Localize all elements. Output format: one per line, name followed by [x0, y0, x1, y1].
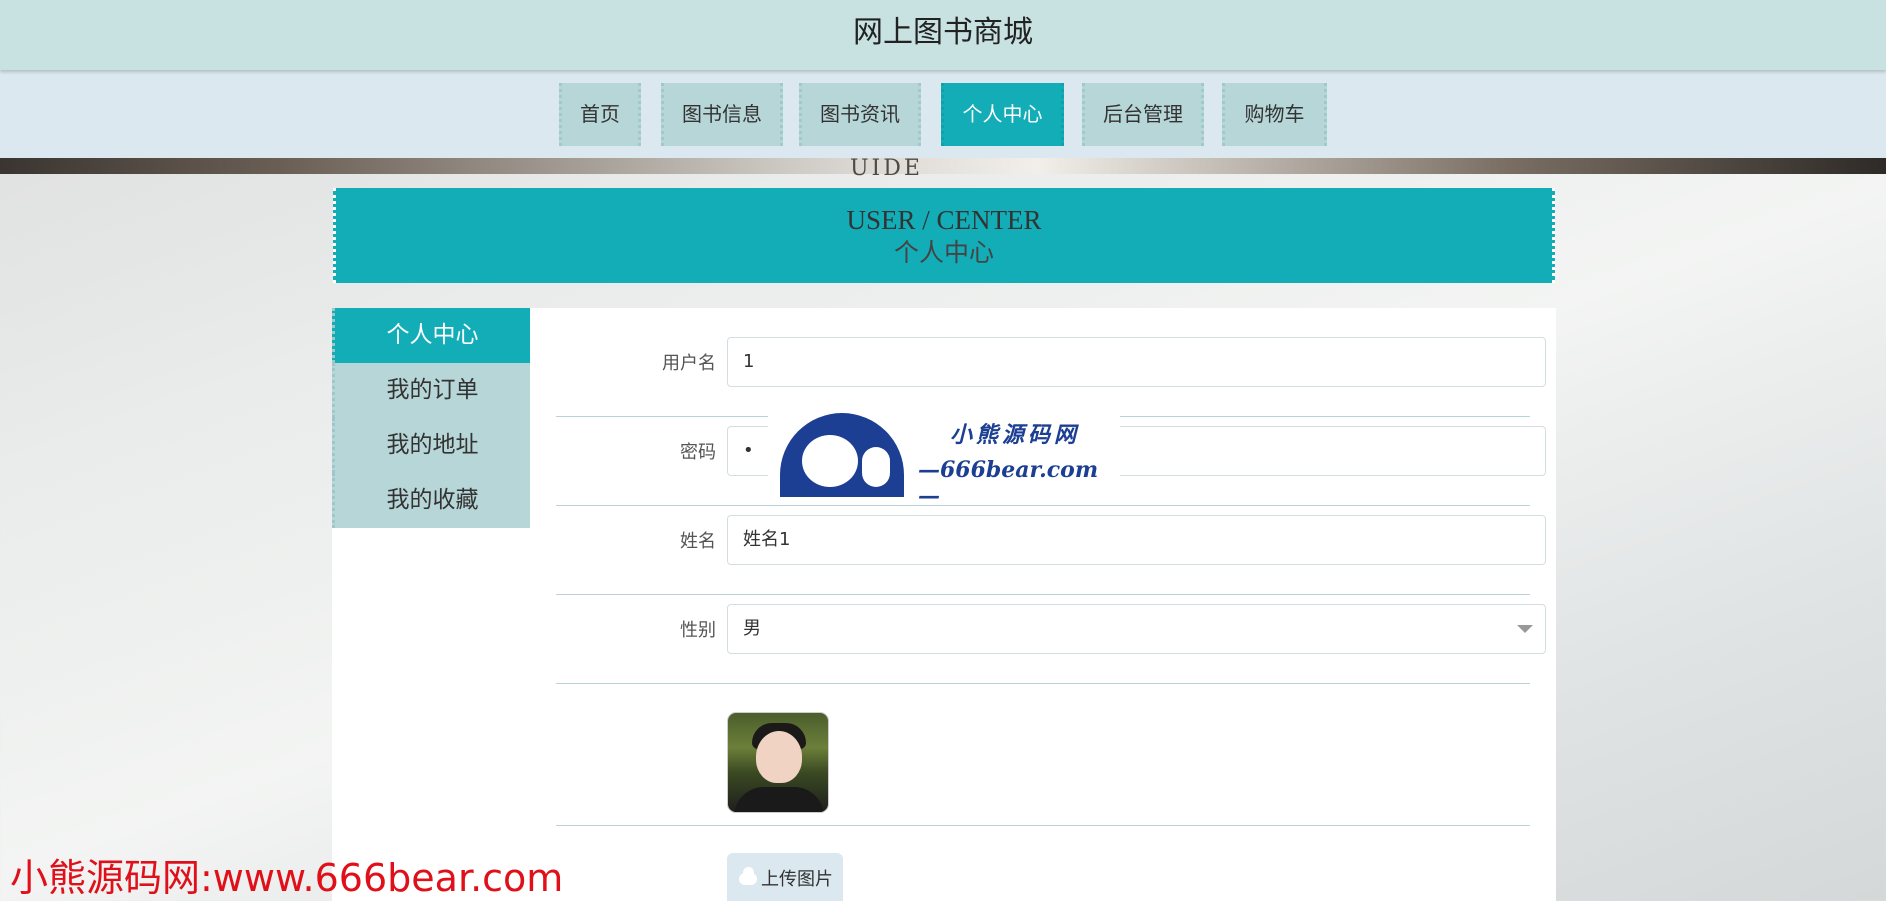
nav-book-info[interactable]: 图书信息	[661, 83, 783, 146]
form-row-name: 姓名 姓名1	[556, 506, 1546, 595]
sidebar-item-favorites[interactable]: 我的收藏	[332, 473, 530, 528]
watermark-logo-url: —666bear.com—	[918, 457, 1099, 509]
bear-icon	[780, 413, 904, 497]
chevron-down-icon	[1517, 625, 1533, 633]
watermark-logo-title: 小熊源码网	[950, 423, 1081, 448]
nav-home[interactable]: 首页	[559, 83, 641, 146]
watermark-text: 小熊源码网:www.666bear.com	[10, 856, 564, 900]
nav-cart[interactable]: 购物车	[1222, 83, 1327, 146]
name-label: 姓名	[680, 531, 716, 552]
main-nav: 首页 图书信息 图书资讯 个人中心 后台管理 购物车	[0, 70, 1886, 158]
form-row-upload: 上传图片	[556, 826, 1530, 901]
user-sidebar: 个人中心 我的订单 我的地址 我的收藏	[332, 308, 530, 901]
avatar-image	[727, 712, 829, 813]
watermark-logo: 小熊源码网 —666bear.com—	[768, 405, 1120, 509]
gender-label: 性别	[680, 620, 716, 641]
cloud-upload-icon	[739, 867, 757, 885]
nav-user-center[interactable]: 个人中心	[941, 83, 1064, 146]
top-header: 网上图书商城	[0, 0, 1886, 70]
site-title: 网上图书商城	[853, 15, 1033, 50]
gender-select[interactable]: 男	[727, 604, 1546, 654]
section-header: USER / CENTER 个人中心	[333, 188, 1555, 283]
nav-book-news[interactable]: 图书资讯	[799, 83, 921, 146]
banner-image: UIDE	[0, 156, 1886, 181]
password-label: 密码	[680, 442, 716, 463]
nav-admin[interactable]: 后台管理	[1082, 83, 1204, 146]
section-title-cn: 个人中心	[893, 238, 994, 267]
name-input[interactable]: 姓名1	[727, 515, 1546, 565]
form-row-username: 用户名 1	[556, 328, 1546, 417]
upload-button-label: 上传图片	[761, 869, 833, 890]
profile-form: 用户名 1 密码 • 姓名 姓名1 性别 男 上传图片	[530, 308, 1556, 901]
form-row-gender: 性别 男	[556, 595, 1546, 684]
banner-text: UIDE	[850, 156, 923, 181]
sidebar-item-orders[interactable]: 我的订单	[332, 363, 530, 418]
sidebar-item-user-center[interactable]: 个人中心	[332, 308, 530, 363]
section-title-en: USER / CENTER	[846, 205, 1042, 235]
username-input[interactable]: 1	[727, 337, 1546, 387]
form-row-avatar	[556, 684, 1530, 826]
sidebar-item-address[interactable]: 我的地址	[332, 418, 530, 473]
username-label: 用户名	[662, 353, 716, 374]
gender-select-value: 男	[743, 618, 761, 639]
upload-image-button[interactable]: 上传图片	[727, 853, 843, 901]
